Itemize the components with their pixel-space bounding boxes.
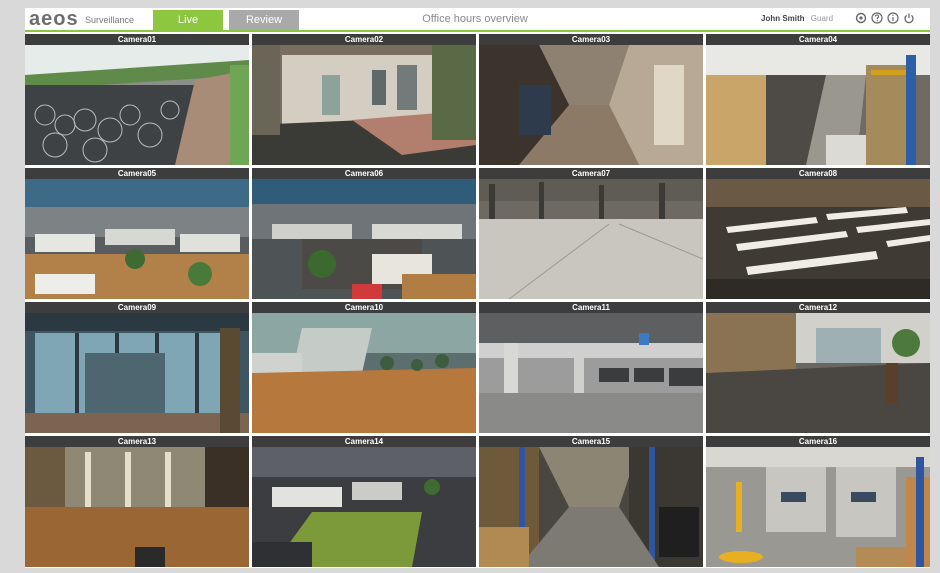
camera-tile[interactable]: Camera05 — [25, 168, 249, 299]
camera-feed — [25, 447, 249, 567]
camera-label: Camera03 — [479, 34, 703, 45]
camera-tile[interactable]: Camera13 — [25, 436, 249, 567]
camera-label: Camera16 — [706, 436, 930, 447]
camera-tile[interactable]: Camera12 — [706, 302, 930, 433]
camera-tile[interactable]: Camera02 — [252, 34, 476, 165]
camera-feed — [479, 45, 703, 165]
camera-feed — [252, 45, 476, 165]
user-name: John Smith — [761, 14, 805, 23]
settings-icon[interactable] — [855, 12, 867, 24]
help-icon[interactable] — [871, 12, 883, 24]
camera-feed — [252, 447, 476, 567]
camera-tile[interactable]: Camera09 — [25, 302, 249, 433]
camera-tile[interactable]: Camera01 — [25, 34, 249, 165]
camera-feed — [706, 45, 930, 165]
camera-label: Camera07 — [479, 168, 703, 179]
camera-label: Camera12 — [706, 302, 930, 313]
camera-tile[interactable]: Camera04 — [706, 34, 930, 165]
camera-feed — [25, 313, 249, 433]
page-title: Office hours overview — [422, 13, 528, 25]
camera-feed — [252, 179, 476, 299]
camera-label: Camera09 — [25, 302, 249, 313]
camera-tile[interactable]: Camera14 — [252, 436, 476, 567]
camera-feed — [252, 313, 476, 433]
camera-tile[interactable]: Camera15 — [479, 436, 703, 567]
camera-feed — [706, 179, 930, 299]
tab-review[interactable]: Review — [229, 10, 299, 30]
camera-feed — [706, 313, 930, 433]
camera-feed — [25, 45, 249, 165]
camera-label: Camera06 — [252, 168, 476, 179]
camera-label: Camera15 — [479, 436, 703, 447]
camera-label: Camera11 — [479, 302, 703, 313]
top-bar: aeos Surveillance Live Review Office hou… — [25, 8, 930, 32]
power-icon[interactable] — [903, 12, 915, 24]
logo-subtitle: Surveillance — [85, 15, 135, 25]
camera-feed — [25, 179, 249, 299]
camera-feed — [706, 447, 930, 567]
aeos-logo: aeos — [29, 8, 79, 30]
camera-tile[interactable]: Camera07 — [479, 168, 703, 299]
camera-label: Camera08 — [706, 168, 930, 179]
camera-feed — [479, 447, 703, 567]
info-icon[interactable] — [887, 12, 899, 24]
camera-feed — [479, 179, 703, 299]
user-role: Guard — [810, 14, 834, 23]
camera-tile[interactable]: Camera16 — [706, 436, 930, 567]
camera-label: Camera02 — [252, 34, 476, 45]
camera-label: Camera14 — [252, 436, 476, 447]
surveillance-app: aeos Surveillance Live Review Office hou… — [25, 8, 930, 568]
user-info: John Smith Guard — [761, 14, 833, 24]
camera-tile[interactable]: Camera08 — [706, 168, 930, 299]
camera-tile[interactable]: Camera06 — [252, 168, 476, 299]
toolbar-icons — [855, 12, 915, 26]
camera-label: Camera13 — [25, 436, 249, 447]
camera-tile[interactable]: Camera10 — [252, 302, 476, 433]
camera-label: Camera10 — [252, 302, 476, 313]
camera-label: Camera04 — [706, 34, 930, 45]
tab-live[interactable]: Live — [153, 10, 223, 30]
camera-feed — [479, 313, 703, 433]
camera-tile[interactable]: Camera03 — [479, 34, 703, 165]
camera-label: Camera05 — [25, 168, 249, 179]
camera-tile[interactable]: Camera11 — [479, 302, 703, 433]
camera-grid: Camera01 Camera02 Camera03 Camera04 Came… — [25, 34, 930, 568]
camera-label: Camera01 — [25, 34, 249, 45]
